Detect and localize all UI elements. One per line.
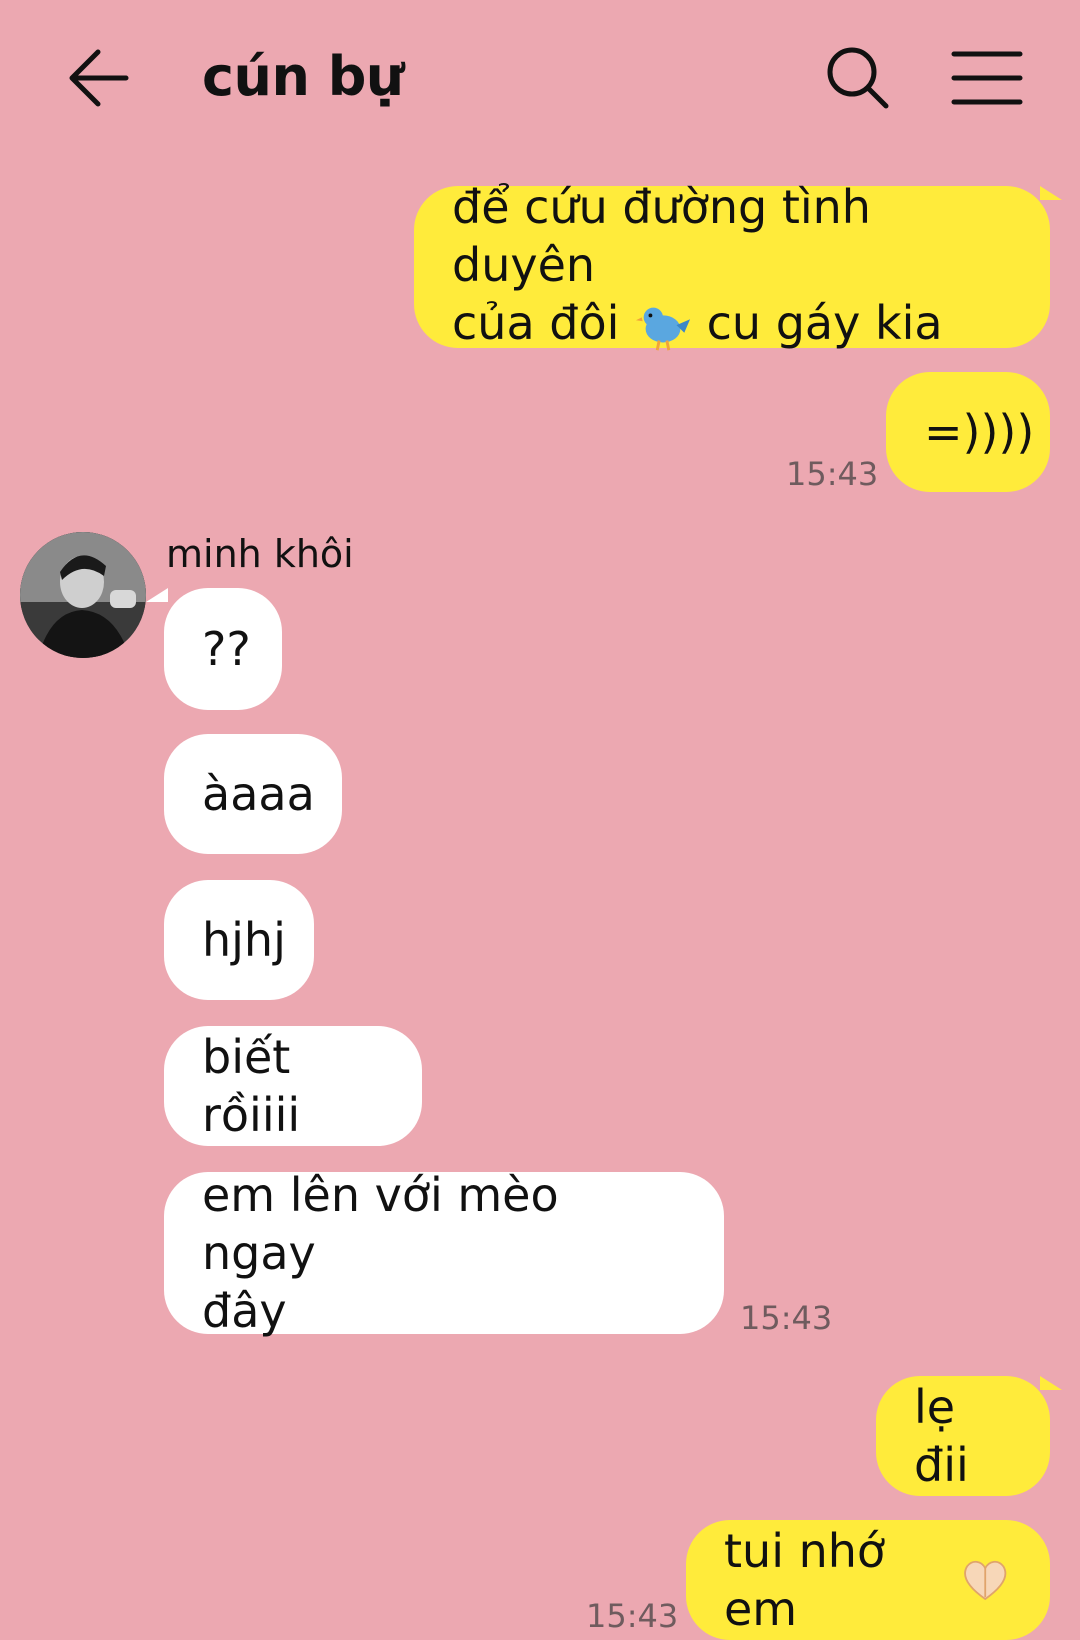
message-text-line: em lên với mèo ngay — [202, 1168, 559, 1280]
message-text-line: đây — [202, 1284, 287, 1338]
outgoing-message[interactable]: =)))) — [886, 372, 1050, 492]
bubble-tail — [1040, 1376, 1062, 1390]
sender-name: minh khôi — [166, 532, 354, 576]
incoming-message[interactable]: em lên với mèo ngay đây — [164, 1168, 724, 1338]
message-text: =)))) — [924, 405, 1035, 459]
chat-title: cún bự — [202, 45, 404, 108]
incoming-message[interactable]: àaaa — [164, 734, 342, 854]
outgoing-message[interactable]: lẹ đii — [876, 1376, 1050, 1496]
heart-hands-emoji — [963, 1560, 1006, 1601]
outgoing-message[interactable]: để cứu đường tình duyên của đôi cu gáy k… — [414, 180, 1050, 350]
chat-header: cún bự — [0, 0, 1080, 160]
search-button[interactable] — [818, 38, 898, 118]
bubble-tail — [146, 588, 168, 602]
message-text: àaaa — [202, 767, 315, 821]
message-timestamp: 15:43 — [586, 1597, 679, 1635]
incoming-message[interactable]: biết rồiiii — [164, 1026, 422, 1146]
message-text: tui nhớ em — [724, 1524, 886, 1636]
incoming-message[interactable]: hjhj — [164, 880, 314, 1000]
message-text: ?? — [202, 622, 251, 676]
message-text: lẹ đii — [914, 1380, 969, 1492]
message-text-line: để cứu đường tình duyên — [452, 180, 871, 293]
menu-button[interactable] — [948, 40, 1028, 120]
search-icon — [827, 47, 889, 109]
avatar[interactable] — [20, 532, 146, 658]
bird-emoji — [635, 307, 691, 351]
bubble-tail — [1040, 186, 1062, 200]
message-timestamp: 15:43 — [786, 455, 879, 493]
message-text: biết rồiiii — [202, 1030, 301, 1142]
incoming-message[interactable]: ?? — [164, 588, 282, 710]
message-timestamp: 15:43 — [740, 1299, 833, 1337]
back-button[interactable] — [60, 38, 140, 118]
arrow-left-icon — [69, 49, 129, 107]
outgoing-message[interactable]: tui nhớ em — [686, 1520, 1050, 1640]
message-text-line: của đôi cu gáy kia — [452, 294, 943, 356]
message-text: hjhj — [202, 913, 286, 967]
profile-photo — [20, 532, 146, 658]
hamburger-menu-icon — [951, 51, 1023, 105]
